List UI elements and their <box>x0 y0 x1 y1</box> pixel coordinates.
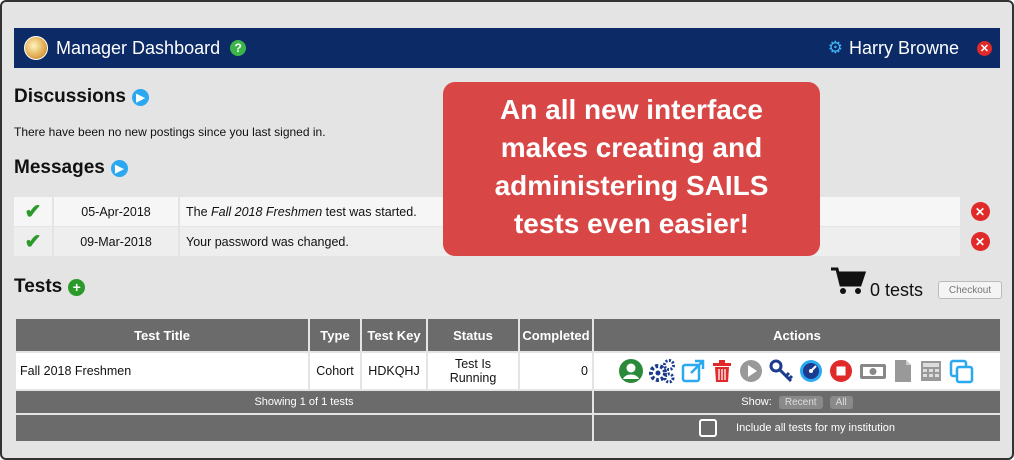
include-all-checkbox[interactable] <box>698 419 717 437</box>
gauge-icon[interactable] <box>798 358 824 384</box>
message-delete-button[interactable]: ✕ <box>960 226 1000 257</box>
user-icon[interactable] <box>618 358 644 384</box>
col-actions: Actions <box>592 317 1002 353</box>
page-title: Manager Dashboard <box>56 37 221 58</box>
table-row: Fall 2018 Freshmen Cohort HDKQHJ Test Is… <box>14 351 1002 391</box>
tests-title: Tests <box>14 276 63 297</box>
messages-title: Messages <box>14 157 105 178</box>
checkout-button[interactable]: Checkout <box>938 281 1002 299</box>
copy-icon[interactable] <box>948 358 976 384</box>
add-test-plus-icon[interactable]: + <box>68 278 86 296</box>
table-footer-row: Include all tests for my institution <box>14 413 1002 443</box>
discussions-title: Discussions <box>14 86 126 107</box>
col-test-title[interactable]: Test Title <box>14 317 310 353</box>
include-all-label[interactable]: Include all tests for my institution <box>736 422 895 434</box>
calculator-icon[interactable] <box>918 358 944 384</box>
delete-icon[interactable]: ✕ <box>970 202 990 221</box>
top-bar: Manager Dashboard ? ⚙ Harry Browne ✕ <box>14 28 1000 68</box>
delete-icon[interactable]: ✕ <box>970 232 990 251</box>
callout-line: makes creating and <box>500 132 763 163</box>
logo-icon <box>24 36 48 60</box>
callout-line: An all new interface <box>500 94 763 125</box>
col-completed[interactable]: Completed <box>518 317 594 353</box>
user-name[interactable]: Harry Browne <box>849 38 959 59</box>
show-label: Show: <box>741 395 772 408</box>
showing-count: Showing 1 of 1 tests <box>14 389 594 415</box>
message-delete-button[interactable]: ✕ <box>960 197 1000 227</box>
settings-gear-icon[interactable]: ⚙ <box>828 38 843 58</box>
document-icon[interactable] <box>892 358 914 384</box>
col-test-key[interactable]: Test Key <box>360 317 428 353</box>
col-type[interactable]: Type <box>308 317 362 353</box>
stop-icon[interactable] <box>828 358 854 384</box>
show-filter: Show: Recent All <box>592 389 1002 415</box>
messages-arrow-icon[interactable]: ▶ <box>110 159 128 177</box>
filter-recent-button[interactable]: Recent <box>778 395 823 409</box>
discussions-text: There have been no new postings since yo… <box>14 125 326 139</box>
test-actions <box>592 351 1002 391</box>
test-completed: 0 <box>518 351 594 391</box>
callout-line: administering SAILS <box>494 170 769 201</box>
col-status[interactable]: Status <box>426 317 520 353</box>
check-icon: ✔ <box>14 197 53 227</box>
test-title[interactable]: Fall 2018 Freshmen <box>14 351 310 391</box>
test-key: HDKQHJ <box>360 351 428 391</box>
logout-close-icon[interactable]: ✕ <box>977 40 992 56</box>
cart-icon[interactable] <box>830 266 866 296</box>
message-date: 09-Mar-2018 <box>52 226 180 257</box>
filter-all-button[interactable]: All <box>829 395 853 409</box>
external-link-icon[interactable] <box>680 358 706 384</box>
cart-count: 0 tests <box>870 280 924 300</box>
gears-icon[interactable] <box>648 358 676 384</box>
tests-table: Test Title Type Test Key Status Complete… <box>14 317 1002 443</box>
dashboard-frame: Manager Dashboard ? ⚙ Harry Browne ✕ Dis… <box>0 0 1014 460</box>
discussions-arrow-icon[interactable]: ▶ <box>131 88 149 106</box>
test-type: Cohort <box>308 351 362 391</box>
callout-line: tests even easier! <box>513 208 750 239</box>
tests-heading: Tests + <box>14 276 86 298</box>
trash-icon[interactable] <box>710 358 734 384</box>
test-status: Test Is Running <box>426 351 520 391</box>
check-icon: ✔ <box>14 226 53 257</box>
key-icon[interactable] <box>768 358 794 384</box>
discussions-heading: Discussions ▶ <box>14 86 149 108</box>
promo-callout: An all new interface makes creating and … <box>443 82 820 256</box>
money-icon[interactable] <box>858 358 888 384</box>
message-date: 05-Apr-2018 <box>52 197 180 227</box>
include-all-option: Include all tests for my institution <box>592 413 1002 443</box>
play-icon[interactable] <box>738 358 764 384</box>
table-footer-row: Showing 1 of 1 tests Show: Recent All <box>14 389 1002 415</box>
footer-spacer <box>14 413 594 443</box>
help-icon[interactable]: ? <box>230 40 247 56</box>
tests-header-row: Test Title Type Test Key Status Complete… <box>14 317 1002 353</box>
messages-heading: Messages ▶ <box>14 157 128 179</box>
